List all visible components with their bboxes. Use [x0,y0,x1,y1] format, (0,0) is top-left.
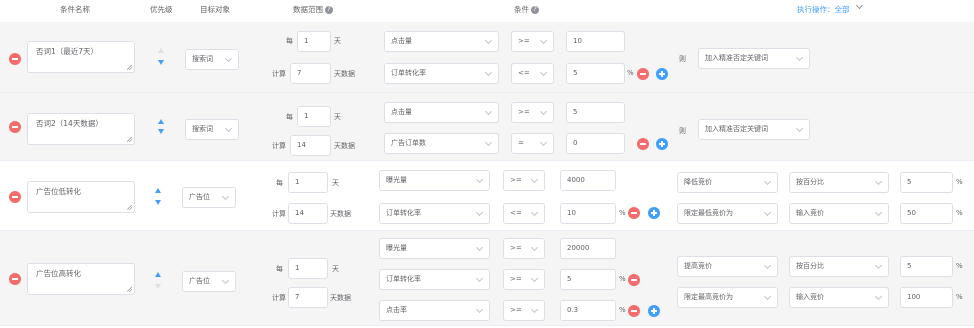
operator-select[interactable]: >= [503,269,545,290]
action-type-select[interactable]: 降低竞价 [677,172,778,193]
rule-row: 否词2（14天数据） 搜索词 每 1 天 计算 14 天数据 点击量 >= 5 … [0,93,974,161]
operator-select[interactable]: >= [511,102,554,123]
move-down-icon[interactable] [155,200,161,205]
remove-rule-icon[interactable] [9,121,21,133]
remove-rule-icon[interactable] [9,273,21,285]
value-input[interactable]: 20000 [560,238,616,259]
action-value-input[interactable]: 50 [900,203,953,224]
metric-select[interactable]: 订单转化率 [379,203,490,224]
value-input[interactable]: 0 [566,133,625,154]
calc-days-input[interactable]: 14 [288,203,328,224]
operator-select[interactable]: = [511,133,554,154]
value-input[interactable]: 10 [560,203,616,224]
calc-days-input[interactable]: 7 [290,63,331,84]
move-up-icon[interactable] [155,272,161,277]
col-condition: 条件? [514,4,539,15]
help-icon[interactable]: ? [325,6,333,14]
action-type-select[interactable]: 提高竞价 [677,256,778,277]
rule-row: 否词1（最近7天） 搜索词 每 1 天 计算 7 天数据 点击量 >= 10 订… [0,22,974,93]
col-target: 目标对象 [200,5,230,14]
col-range: 数据范围? [293,4,333,15]
move-down-icon[interactable] [158,129,164,134]
rule-name-input[interactable]: 否词1（最近7天） [27,41,135,73]
metric-select[interactable]: 曝光量 [379,170,490,191]
remove-rule-icon[interactable] [9,191,21,203]
target-select[interactable]: 广告位 [182,187,236,208]
calc-days-input[interactable]: 14 [290,135,331,156]
help-icon[interactable]: ? [531,6,539,14]
every-days-input[interactable]: 1 [297,31,331,52]
remove-condition-icon[interactable] [628,274,640,286]
action-mode-select[interactable]: 按百分比 [789,172,889,193]
metric-select[interactable]: 点击量 [384,102,499,123]
col-name: 条件名称 [60,5,90,14]
action-select[interactable]: 加入精准否定关键词 [698,119,810,140]
add-condition-icon[interactable] [656,68,668,80]
metric-select[interactable]: 点击量 [384,31,499,52]
value-input[interactable]: 10 [566,31,625,52]
target-select[interactable]: 搜索词 [185,49,239,70]
remove-rule-icon[interactable] [9,53,21,65]
metric-select[interactable]: 订单转化率 [379,269,490,290]
remove-condition-icon[interactable] [628,305,640,317]
metric-select[interactable]: 曝光量 [379,238,490,259]
every-days-input[interactable]: 1 [288,172,328,193]
every-days-input[interactable]: 1 [297,106,331,127]
rule-row: 广告位高转化 广告位 每 1 天 计算 7 天数据 曝光量 >= 20000 订… [0,231,974,326]
operator-select[interactable]: <= [503,203,545,224]
move-down-icon [155,284,161,289]
operator-select[interactable]: >= [503,170,545,191]
move-up-icon[interactable] [155,188,161,193]
value-input[interactable]: 0.3 [560,300,616,321]
action-type-select[interactable]: 限定最高竞价为 [677,287,778,308]
target-select[interactable]: 搜索词 [185,119,239,140]
add-condition-icon[interactable] [648,207,660,219]
col-priority: 优先级 [150,5,173,14]
operator-select[interactable]: >= [503,238,545,259]
calc-days-input[interactable]: 7 [288,287,328,308]
action-value-input[interactable]: 5 [900,172,953,193]
operator-select[interactable]: >= [503,300,545,321]
value-input[interactable]: 5 [560,269,616,290]
rule-row: 广告位低转化 广告位 每 1 天 计算 14 天数据 曝光量 >= 4000 订… [0,161,974,231]
add-condition-icon[interactable] [648,305,660,317]
action-type-select[interactable]: 限定最低竞价为 [677,203,778,224]
move-down-icon[interactable] [158,60,164,65]
target-select[interactable]: 广告位 [182,271,236,292]
action-all-dropdown[interactable]: 执行操作：全部 [797,4,850,15]
action-mode-select[interactable]: 按百分比 [789,256,889,277]
move-up-icon[interactable] [158,119,164,124]
operator-select[interactable]: <= [511,63,554,84]
metric-select[interactable]: 点击率 [379,300,490,321]
action-mode-select[interactable]: 输入竞价 [789,203,889,224]
remove-condition-icon[interactable] [637,68,649,80]
move-up-icon [158,48,164,53]
add-condition-icon[interactable] [656,138,668,150]
operator-select[interactable]: >= [511,31,554,52]
rule-name-input[interactable]: 广告位低转化 [27,181,135,213]
remove-condition-icon[interactable] [637,138,649,150]
action-mode-select[interactable]: 输入竞价 [789,287,889,308]
action-value-input[interactable]: 100 [900,287,953,308]
table-header: 条件名称 优先级 目标对象 数据范围? 条件? 执行操作：全部 [0,0,974,22]
metric-select[interactable]: 广告订单数 [384,133,499,154]
action-value-input[interactable]: 5 [900,256,953,277]
value-input[interactable]: 5 [566,102,625,123]
value-input[interactable]: 5 [566,63,625,84]
remove-condition-icon[interactable] [628,207,640,219]
metric-select[interactable]: 订单转化率 [384,63,499,84]
rule-name-input[interactable]: 广告位高转化 [27,263,135,295]
value-input[interactable]: 4000 [560,170,616,191]
chevron-down-icon[interactable] [855,1,864,10]
rule-name-input[interactable]: 否词2（14天数据） [27,113,135,145]
action-select[interactable]: 加入精准否定关键词 [698,48,810,69]
every-days-input[interactable]: 1 [288,258,328,279]
